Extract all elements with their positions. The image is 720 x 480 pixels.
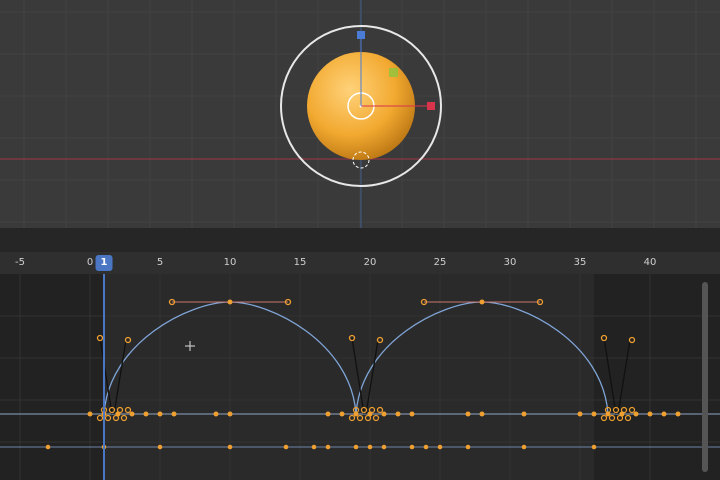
keyframe-point — [465, 411, 471, 417]
keyframe-point — [227, 299, 233, 305]
keyframe-point — [521, 444, 527, 450]
keyframe-point — [157, 444, 163, 450]
ruler-tick-label: 10 — [223, 257, 237, 268]
keyframe-handle — [104, 414, 112, 422]
x-gizmo-handle[interactable] — [427, 102, 435, 110]
graph-editor[interactable] — [0, 274, 720, 480]
playhead-line[interactable] — [103, 274, 105, 480]
keyframe-handle — [112, 414, 120, 422]
y-gizmo-handle[interactable] — [389, 68, 398, 77]
keyframe-point — [227, 444, 233, 450]
graph-canvas[interactable] — [0, 274, 720, 480]
keyframe-point — [647, 411, 653, 417]
keyframe-point — [339, 411, 345, 417]
keyframe-point — [395, 411, 401, 417]
ruler-tick-label: 40 — [643, 257, 657, 268]
keyframe-point — [283, 444, 289, 450]
keyframe-point — [521, 411, 527, 417]
frame-ruler[interactable]: -5 0 5 10 15 20 25 30 35 40 1 — [0, 252, 720, 274]
keyframe-handle — [124, 406, 132, 414]
ruler-tick-label: -5 — [15, 257, 25, 268]
ruler-tick-label: 5 — [156, 257, 164, 268]
ruler-tick-label: 0 — [86, 257, 94, 268]
cursor-crosshair — [185, 341, 195, 351]
graph-scrollbar[interactable] — [702, 282, 708, 472]
keyframe-point — [325, 411, 331, 417]
ruler-tick-label: 20 — [363, 257, 377, 268]
keyframe-point — [381, 444, 387, 450]
keyframe-point — [437, 444, 443, 450]
ruler-tick-label: 30 — [503, 257, 517, 268]
key-handle-line — [113, 339, 127, 415]
keyframe-handle — [356, 414, 364, 422]
current-frame-badge[interactable]: 1 — [95, 255, 113, 271]
ruler-tick-label: 25 — [433, 257, 447, 268]
keyframe-point — [353, 444, 359, 450]
keyframe-point — [227, 411, 233, 417]
keyframe-point — [577, 411, 583, 417]
keyframe-point — [129, 411, 135, 417]
keyframe-point — [633, 411, 639, 417]
keyframe-point — [479, 299, 485, 305]
keyframe-point — [213, 411, 219, 417]
keyframe-handle — [372, 414, 380, 422]
key-handle-line — [365, 339, 379, 415]
keyframe-handle — [120, 414, 128, 422]
3d-viewport[interactable] — [0, 0, 720, 228]
out-of-range-shade — [0, 274, 104, 480]
keyframe-point — [381, 411, 387, 417]
keyframe-point — [465, 444, 471, 450]
viewport-canvas[interactable] — [0, 0, 720, 228]
keyframe-point — [479, 411, 485, 417]
keyframe-point — [87, 411, 93, 417]
keyframe-point — [423, 444, 429, 450]
keyframe-handle — [116, 406, 124, 414]
keyframe-point — [45, 444, 51, 450]
keyframe-point — [409, 444, 415, 450]
keyframe-point — [409, 411, 415, 417]
keyframe-handle — [376, 406, 384, 414]
keyframe-point — [675, 411, 681, 417]
keyframe-point — [157, 411, 163, 417]
key-handle — [376, 336, 384, 344]
keyframe-point — [661, 411, 667, 417]
keyframe-point — [311, 444, 317, 450]
keyframe-handle — [348, 414, 356, 422]
ruler-tick-label: 35 — [573, 257, 587, 268]
keyframe-point — [325, 444, 331, 450]
keyframe-point — [591, 411, 597, 417]
key-handle — [124, 336, 132, 344]
keyframe-point — [591, 444, 597, 450]
keyframe-point — [171, 411, 177, 417]
z-gizmo-handle[interactable] — [357, 31, 365, 39]
keyframe-point — [143, 411, 149, 417]
editor-divider[interactable] — [0, 228, 720, 252]
keyframe-point — [367, 444, 373, 450]
ruler-tick-label: 15 — [293, 257, 307, 268]
